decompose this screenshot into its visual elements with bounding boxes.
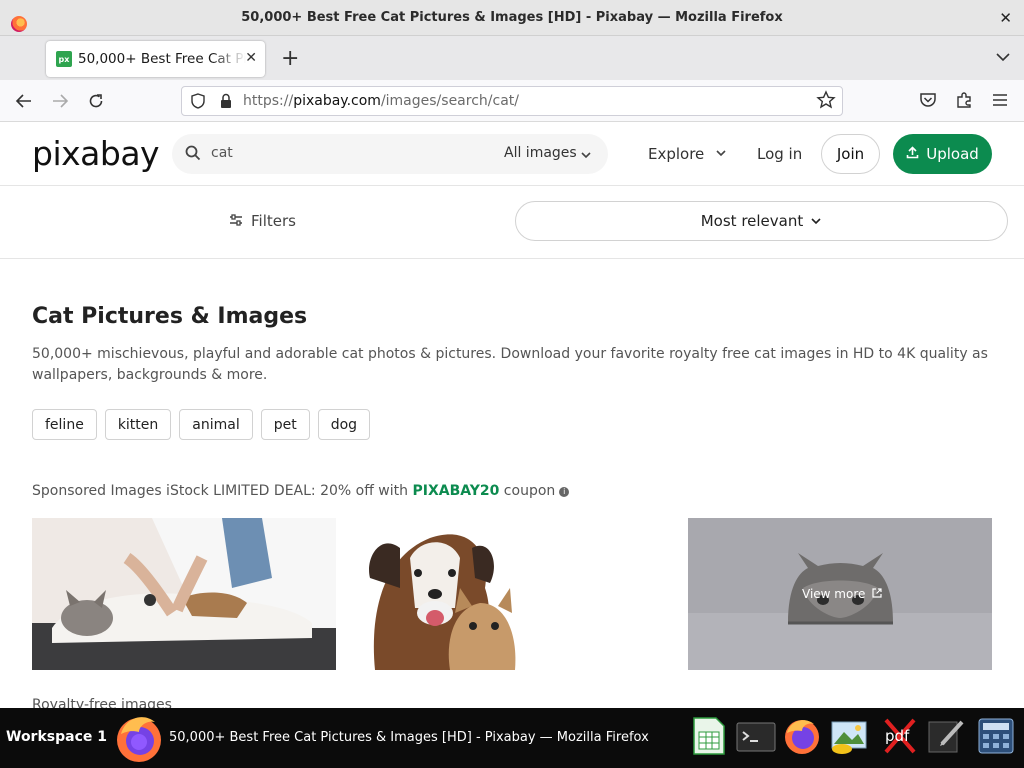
sponsored-text: Sponsored Images iStock LIMITED DEAL: 20…	[32, 483, 413, 499]
info-icon[interactable]: i	[559, 487, 570, 497]
tag-feline[interactable]: feline	[32, 409, 97, 440]
login-link[interactable]: Log in	[757, 145, 802, 163]
sponsored-image-vet-cat[interactable]	[32, 518, 336, 670]
search-bar[interactable]: cat All images	[172, 134, 608, 174]
upload-button[interactable]: Upload	[893, 134, 992, 174]
page-title: Cat Pictures & Images	[32, 304, 308, 329]
filters-button[interactable]: Filters	[229, 212, 296, 230]
search-type-dropdown[interactable]: All images	[504, 145, 577, 161]
forward-icon[interactable]	[51, 92, 69, 115]
external-link-icon	[872, 588, 882, 598]
lock-icon[interactable]	[219, 93, 233, 109]
sort-dropdown[interactable]: Most relevant	[515, 201, 1008, 241]
sponsored-suffix: coupon	[499, 483, 556, 499]
pdf-icon[interactable]: pdf	[880, 716, 918, 756]
text-editor-icon[interactable]	[926, 716, 964, 756]
explore-menu[interactable]: Explore	[648, 145, 727, 163]
sort-label: Most relevant	[700, 212, 804, 230]
taskbar-active-window-title: 50,000+ Best Free Cat Pictures & Images …	[169, 730, 649, 745]
coupon-code: PIXABAY20	[412, 483, 500, 499]
back-icon[interactable]	[15, 92, 33, 115]
menu-hamburger-icon[interactable]	[991, 91, 1009, 114]
filters-label: Filters	[251, 212, 296, 230]
new-tab-button[interactable]: +	[281, 47, 299, 71]
tag-pet[interactable]: pet	[260, 409, 310, 440]
url-host: pixabay.com	[293, 93, 381, 109]
bookmark-star-icon[interactable]	[816, 90, 836, 115]
upload-icon	[906, 145, 919, 163]
window-title: 50,000+ Best Free Cat Pictures & Images …	[241, 10, 783, 25]
page-description: 50,000+ mischievous, playful and adorabl…	[32, 346, 988, 383]
workspace-label[interactable]: Workspace 1	[6, 729, 107, 745]
tag-kitten[interactable]: kitten	[104, 409, 172, 440]
extensions-icon[interactable]	[955, 91, 973, 114]
search-input[interactable]: cat	[211, 145, 233, 161]
reload-icon[interactable]	[87, 92, 105, 115]
tracking-protection-shield-icon[interactable]	[191, 93, 205, 109]
upload-label: Upload	[926, 145, 979, 163]
chevron-down-icon	[811, 218, 821, 225]
chevron-down-icon	[580, 146, 592, 165]
chevron-down-icon	[716, 150, 726, 157]
url-path: /images/search/cat/	[380, 93, 519, 109]
browser-tab-active[interactable]: px 50,000+ Best Free Cat Pictures & Imag…	[46, 41, 265, 77]
url-text[interactable]: https://pixabay.com/images/search/cat/	[243, 93, 519, 109]
url-prefix: https://	[243, 93, 294, 109]
calculator-icon[interactable]	[976, 716, 1014, 756]
spreadsheet-icon[interactable]	[690, 716, 728, 756]
pocket-icon[interactable]	[919, 91, 937, 114]
tag-animal[interactable]: animal	[179, 409, 253, 440]
sliders-icon	[229, 212, 243, 230]
tab-title: 50,000+ Best Free Cat Pictures & Images …	[78, 51, 246, 67]
firefox-icon[interactable]	[113, 712, 165, 764]
list-all-tabs-icon[interactable]	[996, 50, 1010, 66]
sponsored-image-dog-and-cat[interactable]	[360, 518, 664, 670]
svg-text:pdf: pdf	[885, 727, 910, 745]
window-titlebar: 50,000+ Best Free Cat Pictures & Images …	[0, 0, 1024, 36]
view-more-link[interactable]: View more	[802, 587, 882, 601]
view-more-label: View more	[802, 587, 866, 601]
sponsored-notice: Sponsored Images iStock LIMITED DEAL: 20…	[32, 483, 570, 499]
tag-dog[interactable]: dog	[317, 409, 371, 440]
join-button[interactable]: Join	[821, 134, 880, 174]
url-bar[interactable]: https://pixabay.com/images/search/cat/	[181, 86, 843, 116]
terminal-icon[interactable]	[736, 716, 776, 756]
related-tags: feline kitten animal pet dog	[32, 409, 371, 440]
pixabay-logo[interactable]: pixabay	[32, 134, 160, 173]
window-close-button[interactable]: ✕	[999, 9, 1012, 27]
firefox-icon[interactable]	[782, 716, 820, 756]
pixabay-favicon-icon: px	[56, 51, 72, 67]
firefox-view-icon[interactable]	[11, 16, 27, 32]
image-viewer-icon[interactable]	[828, 716, 867, 756]
explore-label: Explore	[648, 145, 705, 163]
tab-close-button[interactable]: ✕	[245, 50, 257, 66]
search-icon	[184, 144, 202, 166]
